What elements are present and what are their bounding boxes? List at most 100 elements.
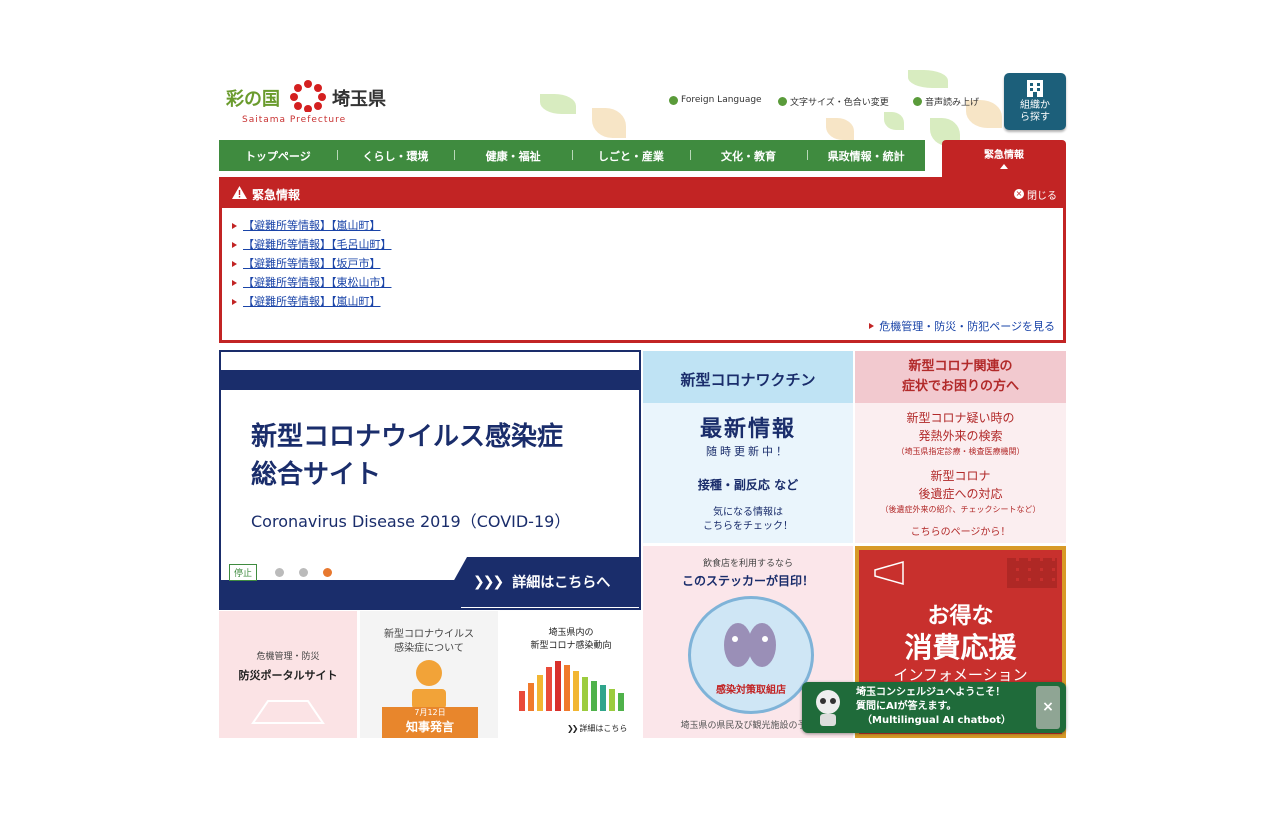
read-aloud-link[interactable]: 音声読み上げ xyxy=(913,95,979,108)
news-link[interactable]: 【避難所等情報】【嵐山町】 xyxy=(243,292,381,311)
sticker-line2: このステッカーが目印！ xyxy=(681,574,814,588)
global-nav: トップページ くらし・環境 健康・福祉 しごと・産業 文化・教育 県政情報・統計 xyxy=(219,140,925,171)
symptoms-banner[interactable]: 新型コロナ関連の 症状でお困りの方へ 新型コロナ疑い時の 発熱外来の検索 （埼玉… xyxy=(855,351,1066,543)
nav-item-health[interactable]: 健康・福祉 xyxy=(454,148,572,164)
arrow-icon xyxy=(869,323,875,329)
site-logo[interactable]: 彩の国 埼玉県 Saitama Prefecture xyxy=(226,80,401,126)
vaccine-latest: 最新情報 xyxy=(699,417,796,442)
chatbot-line2: 質問にAIが答えます。 xyxy=(856,701,957,712)
list-item: 【避難所等情報】【毛呂山町】 xyxy=(232,235,1063,254)
emergency-tab-label: 緊急情報 xyxy=(984,150,1024,161)
org-search-button[interactable]: 組織から探す xyxy=(1004,73,1066,130)
emergency-close-label: 閉じる xyxy=(1027,190,1057,202)
hero-title-line1: 新型コロナウイルス感染症 xyxy=(251,422,564,452)
arrow-icon xyxy=(232,298,237,305)
nav-item-government[interactable]: 県政情報・統計 xyxy=(807,148,925,164)
deal-line2: 消費応援 xyxy=(904,631,1017,664)
nav-item-work[interactable]: しごと・産業 xyxy=(572,148,690,164)
building-icon xyxy=(1025,79,1045,97)
disaster-portal-banner[interactable]: 危機管理・防災 防災ポータルサイト xyxy=(219,611,357,738)
emergency-title-text: 緊急情報 xyxy=(252,187,301,202)
hero-subtitle: Coronavirus Disease 2019（COVID-19） xyxy=(251,512,571,531)
vaccine-banner-head: 新型コロナワクチン xyxy=(643,351,853,403)
crisis-page-label: 危機管理・防災・防犯ページを見る xyxy=(879,320,1055,333)
emergency-news-list: 【避難所等情報】【嵐山町】 【避難所等情報】【毛呂山町】 【避難所等情報】【坂戸… xyxy=(222,208,1063,311)
news-link[interactable]: 【避難所等情報】【嵐山町】 xyxy=(243,216,381,235)
symptoms-line5: 後遺症への対応 xyxy=(918,487,1003,501)
governor-label: 知事発言 xyxy=(405,720,454,734)
ai-chatbot-widget[interactable]: 埼玉コンシェルジュへようこそ！ 質問にAIが答えます。 （Multilingua… xyxy=(802,682,1066,733)
vaccine-banner[interactable]: 新型コロナワクチン 最新情報 随時更新中！ 接種・副反応 など 気になる情報は … xyxy=(643,351,853,543)
nav-item-culture[interactable]: 文化・教育 xyxy=(689,148,808,164)
emergency-close-button[interactable]: × 閉じる xyxy=(1014,187,1057,202)
governor-line2: 感染症について xyxy=(394,643,464,654)
arrow-icon xyxy=(232,260,237,267)
trend-line1: 埼玉県内の xyxy=(548,628,594,638)
caret-up-icon xyxy=(1000,164,1008,169)
text-size-icon xyxy=(778,97,787,106)
globe-icon xyxy=(669,95,678,105)
read-aloud-label: 音声読み上げ xyxy=(925,98,980,108)
sticker-badge: 感染対策取組店 xyxy=(688,596,814,714)
chevrons-right-icon: ❯❯ xyxy=(567,724,578,733)
symptoms-banner-head: 新型コロナ関連の 症状でお困りの方へ xyxy=(855,351,1066,403)
shelter-icon xyxy=(243,697,333,725)
logo-name-colored: 彩の国 xyxy=(226,89,280,110)
close-icon: × xyxy=(1042,699,1054,715)
slider-dot[interactable] xyxy=(299,568,308,577)
list-item: 【避難所等情報】【東松山市】 xyxy=(232,273,1063,292)
logo-subtitle: Saitama Prefecture xyxy=(242,115,347,125)
nav-item-top[interactable]: トップページ xyxy=(219,148,337,164)
font-size-color-label: 文字サイズ・色合い変更 xyxy=(790,98,889,108)
leaf-decoration xyxy=(884,112,904,130)
font-size-color-link[interactable]: 文字サイズ・色合い変更 xyxy=(778,95,889,108)
nav-item-living[interactable]: くらし・環境 xyxy=(336,148,455,164)
arrow-icon xyxy=(232,222,237,229)
foreign-language-link[interactable]: Foreign Language xyxy=(669,95,762,105)
megaphone-icon xyxy=(873,560,913,586)
hero-top-band xyxy=(221,370,639,390)
chatbot-line3: （Multilingual AI chatbot） xyxy=(862,715,1011,726)
arrow-icon xyxy=(232,241,237,248)
emergency-panel: 緊急情報 × 閉じる 【避難所等情報】【嵐山町】 【避難所等情報】【毛呂山町】 … xyxy=(219,177,1066,343)
disaster-line1: 危機管理・防災 xyxy=(256,652,320,662)
governor-date: 7月12日 xyxy=(414,708,446,717)
chatbot-line1: 埼玉コンシェルジュへようこそ！ xyxy=(856,687,1006,698)
logo-name: 埼玉県 xyxy=(332,89,386,110)
close-icon: × xyxy=(1014,189,1024,199)
speaker-icon xyxy=(913,97,922,106)
governor-podium: 7月12日 知事発言 xyxy=(382,707,478,738)
sticker-line1: 飲食店を利用するなら xyxy=(702,559,793,569)
hero-detail-label: 詳細はこちらへ xyxy=(512,575,611,591)
symptoms-line3: （埼玉県指定診療・検査医療機関） xyxy=(896,447,1025,456)
leaf-decoration xyxy=(540,94,576,114)
covid-hero-banner[interactable]: 新型コロナウイルス感染症 総合サイト Coronavirus Disease 2… xyxy=(219,350,641,610)
leaf-decoration xyxy=(826,118,854,140)
news-link[interactable]: 【避難所等情報】【東松山市】 xyxy=(243,273,392,292)
symptoms-head-line1: 新型コロナ関連の xyxy=(908,359,1013,374)
governor-statement-banner[interactable]: 新型コロナウイルス 感染症について 7月12日 知事発言 xyxy=(360,611,498,738)
sticker-mascot-icon xyxy=(721,619,779,671)
disaster-line2: 防災ポータルサイト xyxy=(238,669,338,682)
list-item: 【避難所等情報】【嵐山町】 xyxy=(232,292,1063,311)
slider-stop-button[interactable]: 停止 xyxy=(229,564,258,581)
leaf-decoration xyxy=(908,70,948,88)
news-link[interactable]: 【避難所等情報】【坂戸市】 xyxy=(243,254,381,273)
governor-line1: 新型コロナウイルス xyxy=(384,629,474,640)
list-item: 【避難所等情報】【嵐山町】 xyxy=(232,216,1063,235)
news-link[interactable]: 【避難所等情報】【毛呂山町】 xyxy=(243,235,392,254)
hero-detail-button[interactable]: ❯❯❯ 詳細はこちらへ xyxy=(439,557,639,607)
governor-icon xyxy=(406,659,452,709)
slider-dot[interactable] xyxy=(275,568,284,577)
symptoms-line1: 新型コロナ疑い時の xyxy=(906,411,1015,425)
crisis-page-link[interactable]: 危機管理・防災・防犯ページを見る xyxy=(869,318,1055,334)
emergency-title: 緊急情報 xyxy=(232,186,300,203)
arrow-icon xyxy=(232,279,237,286)
org-search-label: 組織から探す xyxy=(1020,100,1050,123)
chatbot-close-button[interactable]: × xyxy=(1036,686,1060,729)
trend-chart-graphic xyxy=(511,655,631,715)
infection-trend-banner[interactable]: 埼玉県内の 新型コロナ感染動向 ❯❯ 詳細はこちら xyxy=(501,611,641,738)
emergency-tab[interactable]: 緊急情報 xyxy=(942,140,1066,177)
slider-dot-active[interactable] xyxy=(323,568,332,577)
vaccine-check-1: 気になる情報は xyxy=(713,507,783,518)
